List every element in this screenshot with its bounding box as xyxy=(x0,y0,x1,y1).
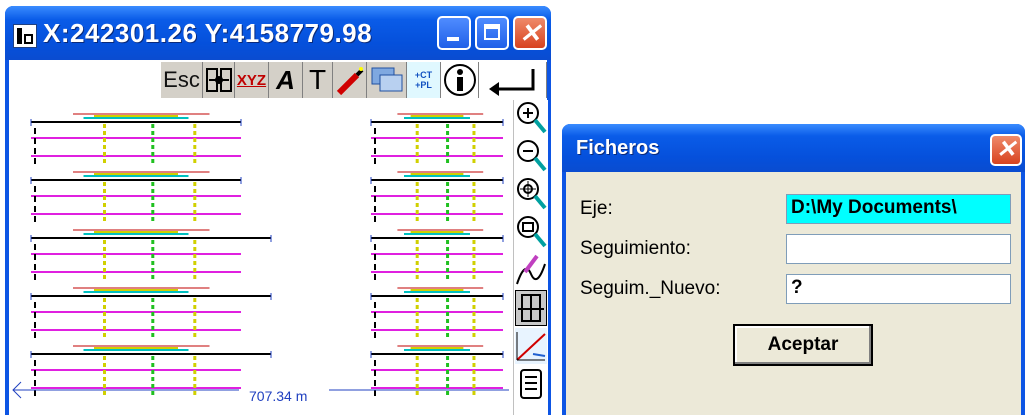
zoom-in-icon xyxy=(517,102,547,134)
app-icon xyxy=(13,24,37,48)
insert-point-button[interactable] xyxy=(203,62,235,98)
seguim-nuevo-field[interactable]: ? xyxy=(786,274,1011,304)
minimize-icon xyxy=(447,37,459,41)
text-button[interactable]: A xyxy=(269,62,303,98)
xyz-label: XYZ xyxy=(236,71,267,89)
close-button[interactable]: ✕ xyxy=(513,16,547,50)
aceptar-button[interactable]: Aceptar xyxy=(733,324,873,366)
zoom-out-icon xyxy=(517,140,547,172)
draw-button[interactable] xyxy=(333,62,367,98)
zoom-out-button[interactable] xyxy=(515,138,547,174)
pan-button[interactable] xyxy=(515,176,547,212)
seguimiento-field[interactable] xyxy=(786,234,1011,264)
pan-icon xyxy=(517,178,547,210)
list-icon xyxy=(520,369,542,399)
seguimiento-label: Seguimiento: xyxy=(580,238,691,259)
close-icon: ✕ xyxy=(519,18,541,48)
zoom-window-icon xyxy=(517,216,547,248)
zoom-window-button[interactable] xyxy=(515,214,547,250)
main-window: X:242301.26 Y:4158779.98 ✕ Esc XYZ A T +… xyxy=(5,6,551,415)
section-icon xyxy=(518,294,544,322)
scale-label: 707.34 m xyxy=(249,388,308,404)
side-toolbar xyxy=(513,100,548,415)
esc-label: Esc xyxy=(163,67,200,92)
enter-icon xyxy=(488,69,534,96)
maximize-icon xyxy=(484,24,500,40)
dialog-client: Eje: D:\My Documents\ Seguimiento: Segui… xyxy=(566,172,1021,415)
zoom-in-button[interactable] xyxy=(515,100,547,136)
text-label: A xyxy=(276,64,295,95)
minimize-button[interactable] xyxy=(437,16,471,50)
toolbar: Esc XYZ A T +CT +PL xyxy=(9,60,547,100)
list-button[interactable] xyxy=(515,366,547,402)
profile-pen-button[interactable] xyxy=(515,252,547,288)
window-title: X:242301.26 Y:4158779.98 xyxy=(43,18,373,48)
dialog-titlebar[interactable]: Ficheros ✕ xyxy=(562,124,1025,172)
eje-label: Eje: xyxy=(580,198,613,219)
slope-icon xyxy=(515,328,547,364)
window-icon xyxy=(371,67,402,92)
dialog-close-button[interactable]: ✕ xyxy=(990,134,1022,166)
maximize-button[interactable] xyxy=(475,16,509,50)
main-client: Esc XYZ A T +CT +PL 707.34 m xyxy=(9,60,548,415)
main-titlebar[interactable]: X:242301.26 Y:4158779.98 ✕ xyxy=(5,6,551,60)
ct-pl-button[interactable]: +CT +PL xyxy=(407,62,441,98)
profile-pen-icon xyxy=(516,254,546,285)
dialog-title: Ficheros xyxy=(576,137,660,159)
info-button[interactable] xyxy=(441,62,479,98)
ficheros-dialog: Ficheros ✕ Eje: D:\My Documents\ Seguimi… xyxy=(562,124,1025,415)
enter-button[interactable] xyxy=(479,62,547,98)
info-icon xyxy=(443,64,476,96)
window-button[interactable] xyxy=(367,62,407,98)
cross-sections-plot[interactable] xyxy=(9,100,513,415)
xyz-button[interactable]: XYZ xyxy=(235,62,269,98)
eje-field[interactable]: D:\My Documents\ xyxy=(786,194,1011,224)
ct-label: +CT xyxy=(414,70,433,80)
pen-icon xyxy=(336,67,363,95)
pick-label: T xyxy=(308,64,327,95)
insert-point-icon xyxy=(205,68,232,92)
esc-button[interactable]: Esc xyxy=(161,62,203,98)
close-icon: ✕ xyxy=(995,136,1017,163)
section-button[interactable] xyxy=(515,290,547,326)
pl-label: +PL xyxy=(415,80,432,90)
pick-button[interactable]: T xyxy=(303,62,333,98)
slope-button[interactable] xyxy=(515,328,547,364)
drawing-canvas[interactable]: 707.34 m xyxy=(9,100,513,415)
seguim-nuevo-label: Seguim._Nuevo: xyxy=(580,278,721,299)
